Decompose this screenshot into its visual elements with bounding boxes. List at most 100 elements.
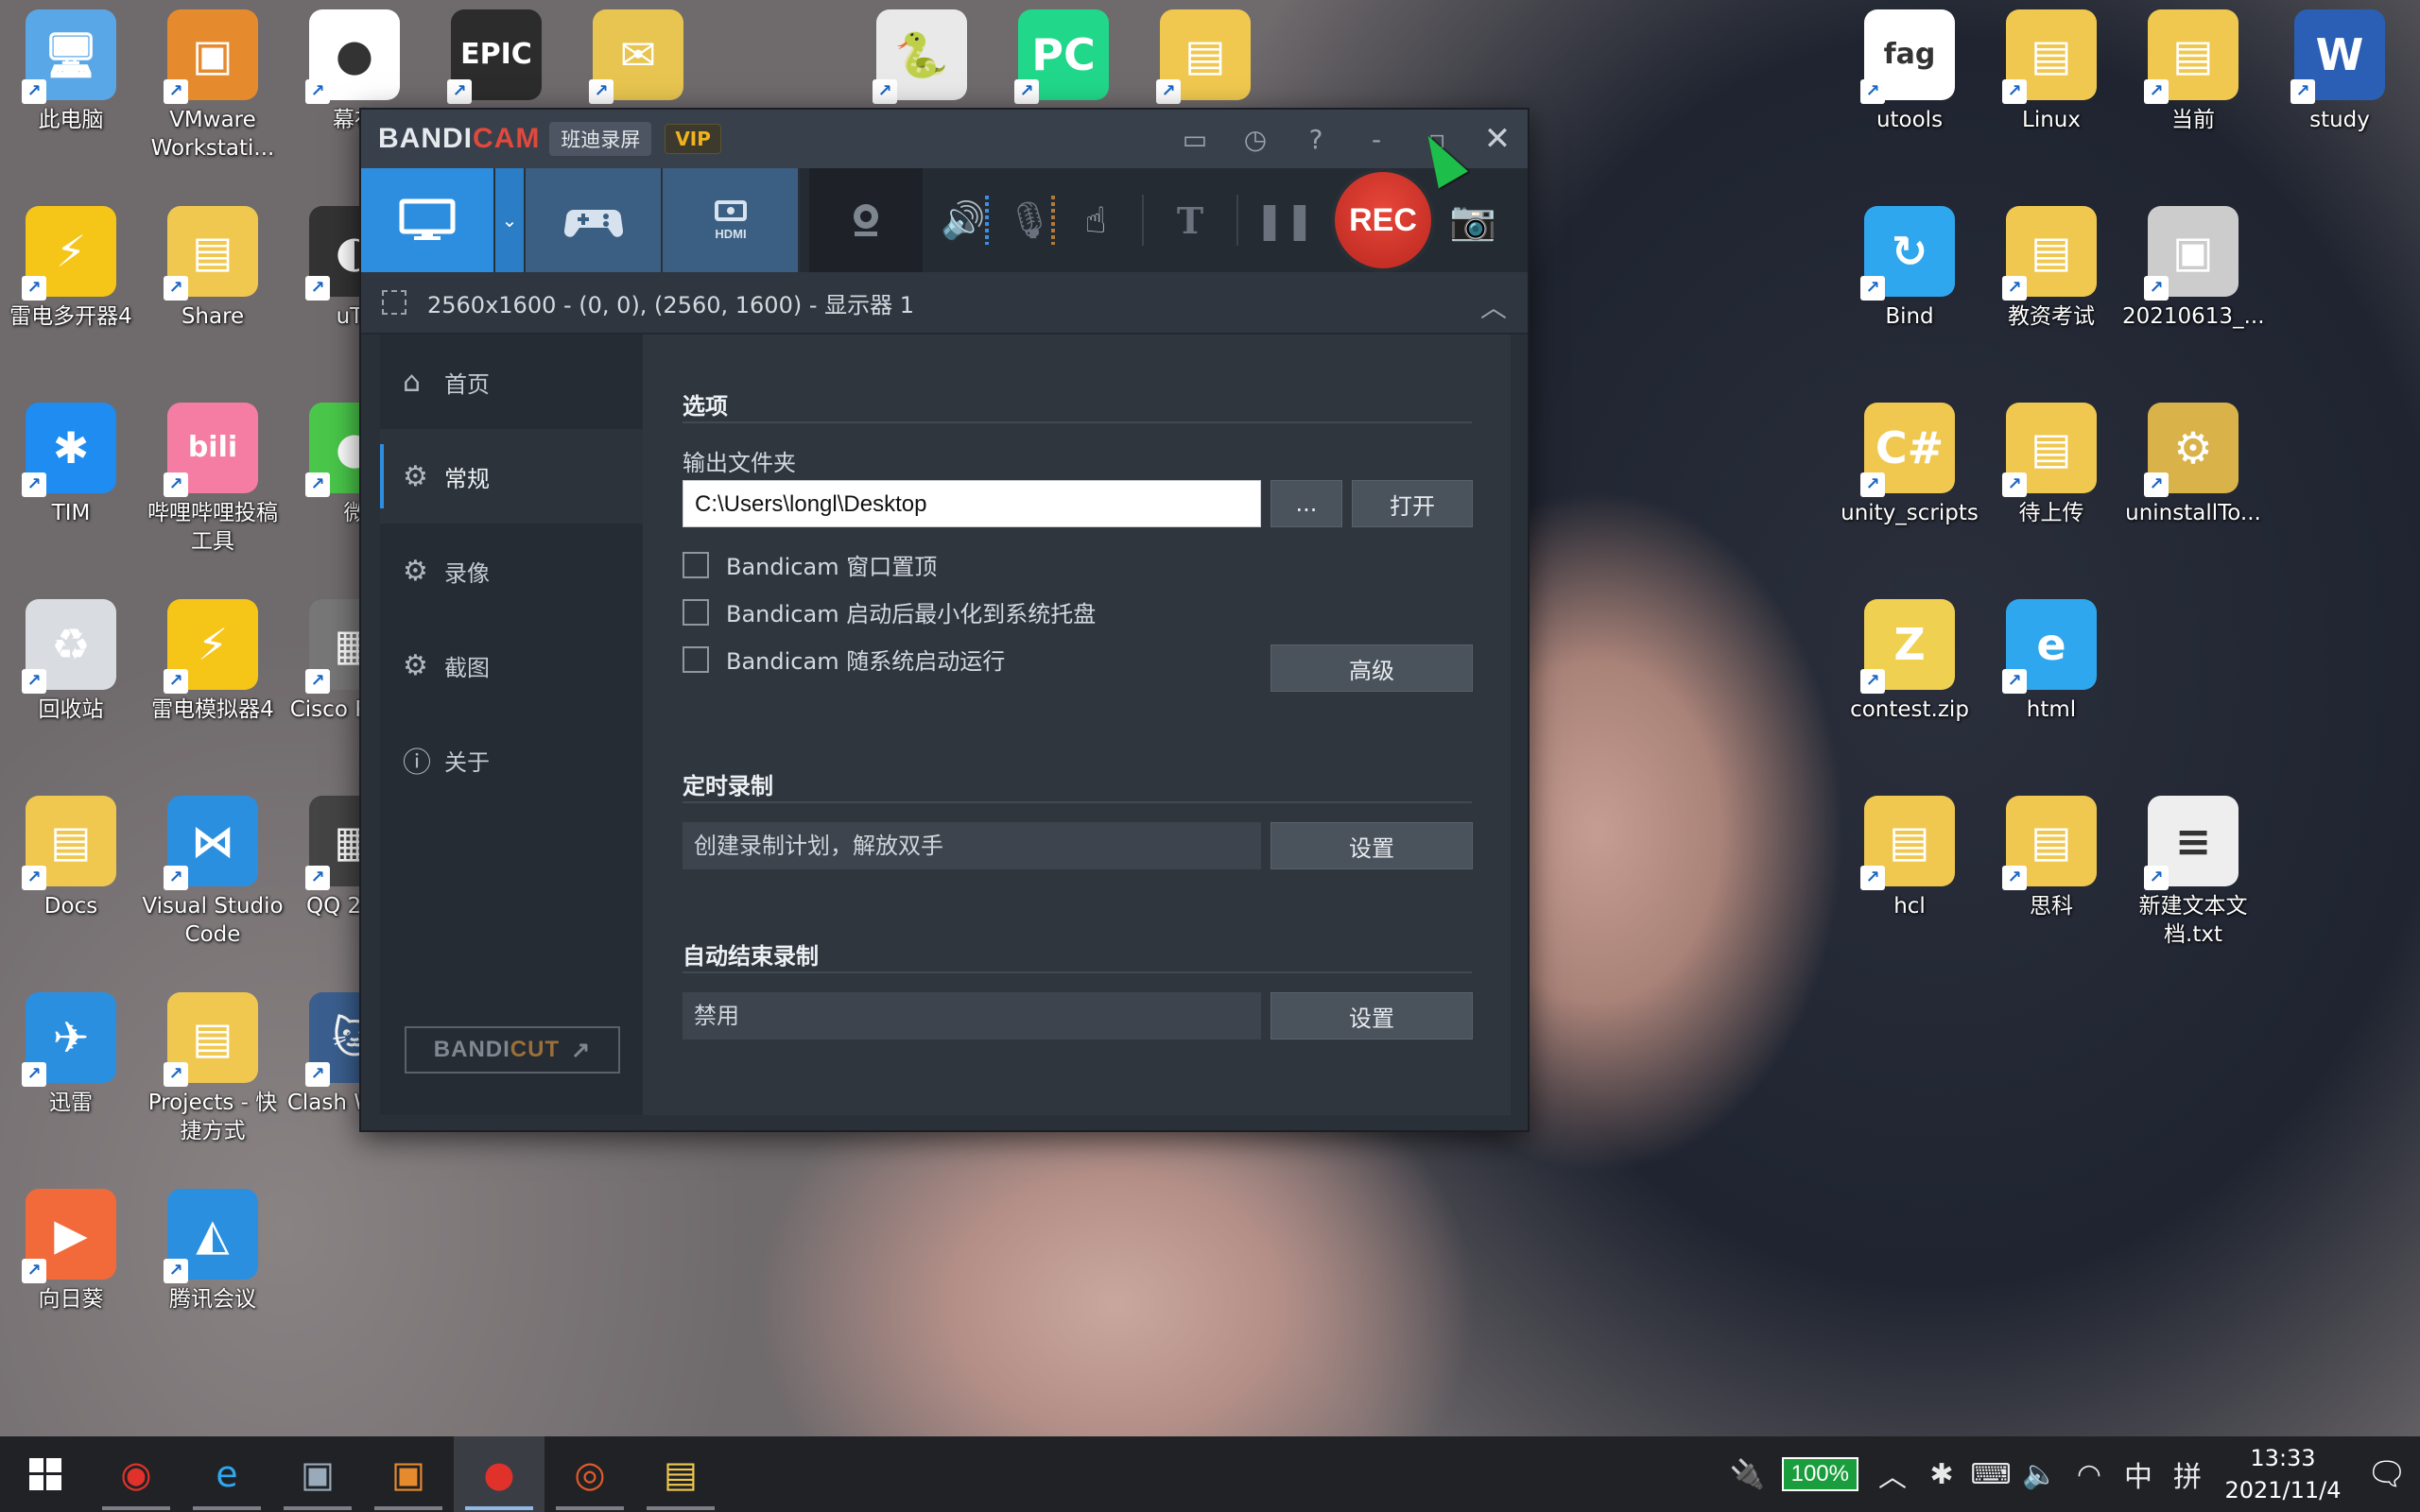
desktop-icon[interactable]: C# unity_scripts — [1839, 403, 1980, 527]
edge-taskbar[interactable]: e — [182, 1436, 272, 1512]
power-plug-icon[interactable]: 🔌 — [1723, 1458, 1772, 1491]
desktop-icon[interactable]: ⚡ 雷电多开器4 — [0, 206, 142, 331]
wifi-icon[interactable]: ◠ — [2065, 1458, 2114, 1491]
device-mode-button[interactable]: HDMI — [663, 168, 800, 272]
text-overlay-icon[interactable]: T — [1150, 168, 1231, 272]
desktop-icon[interactable]: ▤ 待上传 — [1980, 403, 2122, 527]
capture-area-bar[interactable]: 2560x1600 - (0, 0), (2560, 1600) - 显示器 1… — [361, 272, 1528, 335]
desktop-icon[interactable]: ▤ 教资考试 — [1980, 206, 2122, 331]
tray-checkbox[interactable] — [683, 598, 709, 626]
desktop-icon[interactable]: ✈ 迅雷 — [0, 992, 142, 1117]
desktop-icon[interactable]: 🐍 — [851, 9, 993, 106]
startup-checkbox-row[interactable]: Bandicam 随系统启动运行 — [683, 643, 1005, 676]
cursor-effect-icon[interactable]: ☝ — [1055, 168, 1136, 272]
clock[interactable]: 13:33 2021/11/4 — [2212, 1442, 2354, 1506]
app-icon: ● — [305, 9, 400, 104]
file-explorer-taskbar[interactable]: ▤ — [635, 1436, 726, 1512]
topmost-checkbox-row[interactable]: Bandicam 窗口置顶 — [683, 548, 937, 581]
startup-checkbox[interactable] — [683, 645, 709, 673]
snail-app-taskbar[interactable]: ◎ — [544, 1436, 635, 1512]
desktop-icon[interactable]: ▤ 当前 — [2122, 9, 2264, 134]
clock-icon[interactable]: ◷ — [1225, 110, 1286, 168]
start-button[interactable] — [0, 1436, 91, 1512]
desktop-icon[interactable]: ⚡ 雷电模拟器4 — [142, 599, 284, 724]
desktop-icon[interactable]: ◭ 腾讯会议 — [142, 1189, 284, 1314]
rec-button[interactable]: REC — [1331, 168, 1435, 272]
desktop-icon-label: unity_scripts — [1841, 501, 1979, 525]
desktop-icon[interactable]: 🖥 此电脑 — [0, 9, 142, 134]
desktop-icon[interactable]: ▤Projects - 快捷方式 — [142, 992, 284, 1145]
minimize-button[interactable]: - — [1346, 110, 1407, 168]
sidebar-item-about[interactable]: ⓘ 关于 — [380, 713, 643, 807]
ime-mode[interactable]: 拼 — [2163, 1453, 2212, 1495]
desktop-icon[interactable]: ▣ 20210613_... — [2122, 206, 2265, 331]
desktop-icon[interactable]: ▶ 向日葵 — [0, 1189, 142, 1314]
desktop-icon[interactable]: ⚙ uninstallTo... — [2122, 403, 2264, 527]
app-icon: ▤ — [164, 992, 258, 1087]
network-app-icon[interactable]: ✱ — [1917, 1458, 1966, 1491]
desktop-icon[interactable]: ✱ TIM — [0, 403, 142, 527]
vip-badge[interactable]: VIP — [665, 124, 721, 154]
desktop-icon[interactable]: EPIC — [425, 9, 567, 106]
desktop-icon[interactable]: bili哔哩哔哩投稿工具 — [142, 403, 284, 556]
sidebar-item-home[interactable]: ⌂ 首页 — [380, 335, 643, 429]
close-button[interactable]: ✕ — [1467, 110, 1528, 168]
desktop-icon[interactable]: ⋈Visual Studio Code — [142, 796, 284, 949]
tray-checkbox-row[interactable]: Bandicam 启动后最小化到系统托盘 — [683, 595, 1096, 628]
desktop-icon[interactable]: ▤ Share — [142, 206, 284, 331]
browse-button[interactable]: ... — [1270, 480, 1342, 527]
desktop-icon[interactable]: Wstudy — [2269, 9, 2411, 134]
ime-language[interactable]: 中 — [2114, 1453, 2163, 1495]
desktop-icon[interactable]: ▤ — [1134, 9, 1276, 106]
bandicut-link[interactable]: BANDI CUT ↗ — [405, 1026, 620, 1074]
desktop-icon[interactable]: PC — [993, 9, 1134, 106]
desktop-icon[interactable]: Zcontest.zip — [1839, 599, 1980, 724]
desktop-icon[interactable]: ▣VMware Workstati... — [142, 9, 284, 163]
app-icon: ▤ — [22, 796, 116, 890]
desktop-icon[interactable]: fag utools — [1839, 9, 1980, 134]
sidebar-item-general[interactable]: ⚙ 常规 — [380, 429, 643, 524]
battery-indicator[interactable]: 100% — [1781, 1457, 1858, 1491]
desktop-icon[interactable]: ▤ Linux — [1980, 9, 2122, 134]
bandicam-taskbar[interactable]: ● — [454, 1436, 544, 1512]
notification-icon[interactable]: 🗨 — [2354, 1455, 2420, 1493]
chevron-up-icon[interactable]: ︿ — [1868, 1453, 1917, 1495]
vmware-taskbar[interactable]: ▣ — [363, 1436, 454, 1512]
desktop-icon[interactable]: e html — [1980, 599, 2122, 724]
desktop-icon[interactable]: ↻ Bind — [1839, 206, 1980, 331]
desktop-icon[interactable]: ▤ 思科 — [1980, 796, 2122, 920]
chevron-up-icon[interactable]: ︿ — [1480, 287, 1507, 325]
app-taskbar[interactable]: ▣ — [272, 1436, 363, 1512]
options-heading: 选项 — [683, 393, 728, 420]
desktop-icon[interactable]: ▤ Docs — [0, 796, 142, 920]
desktop-icon[interactable]: ✉ — [567, 9, 709, 106]
volume-icon[interactable]: 🔈 — [2015, 1458, 2065, 1491]
desktop-icon[interactable]: ▤ hcl — [1839, 796, 1980, 920]
desktop-icon-label: html — [2026, 697, 2077, 722]
screen-mode-button[interactable] — [361, 168, 495, 272]
netease-music-taskbar[interactable]: ◉ — [91, 1436, 182, 1512]
schedule-settings-button[interactable]: 设置 — [1270, 822, 1473, 869]
topmost-checkbox[interactable] — [683, 551, 709, 578]
usb-icon[interactable]: ⌨ — [1966, 1458, 2015, 1491]
desktop-icon[interactable]: ≡新建文本文档.txt — [2122, 796, 2264, 949]
checkbox-label: Bandicam 随系统启动运行 — [726, 648, 1006, 675]
sidebar-item-video[interactable]: ⚙ 录像 — [380, 524, 643, 618]
title-bar[interactable]: BANDICAM 班迪录屏 VIP ▭ ◷ ? - ▫ ✕ — [361, 110, 1528, 168]
pause-icon[interactable]: ❚❚ — [1244, 168, 1325, 272]
gear-icon: ⚙ — [403, 459, 428, 493]
screen-mode-dropdown[interactable]: ⌄ — [495, 168, 526, 272]
autostop-heading: 自动结束录制 — [683, 943, 819, 970]
output-folder-input[interactable]: C:\Users\longl\Desktop — [683, 480, 1261, 527]
area-select-icon — [382, 290, 406, 315]
sidebar-item-image[interactable]: ⚙ 截图 — [380, 618, 643, 713]
help-icon[interactable]: ? — [1286, 110, 1346, 168]
autostop-settings-button[interactable]: 设置 — [1270, 992, 1473, 1040]
desktop-icon[interactable]: ♻ 回收站 — [0, 599, 142, 724]
folder-icon[interactable]: ▭ — [1165, 110, 1225, 168]
open-folder-button[interactable]: 打开 — [1352, 480, 1473, 527]
checkbox-label: Bandicam 窗口置顶 — [726, 554, 938, 580]
webcam-button[interactable] — [809, 168, 923, 272]
advanced-button[interactable]: 高级 — [1270, 644, 1473, 692]
game-mode-button[interactable] — [526, 168, 663, 272]
